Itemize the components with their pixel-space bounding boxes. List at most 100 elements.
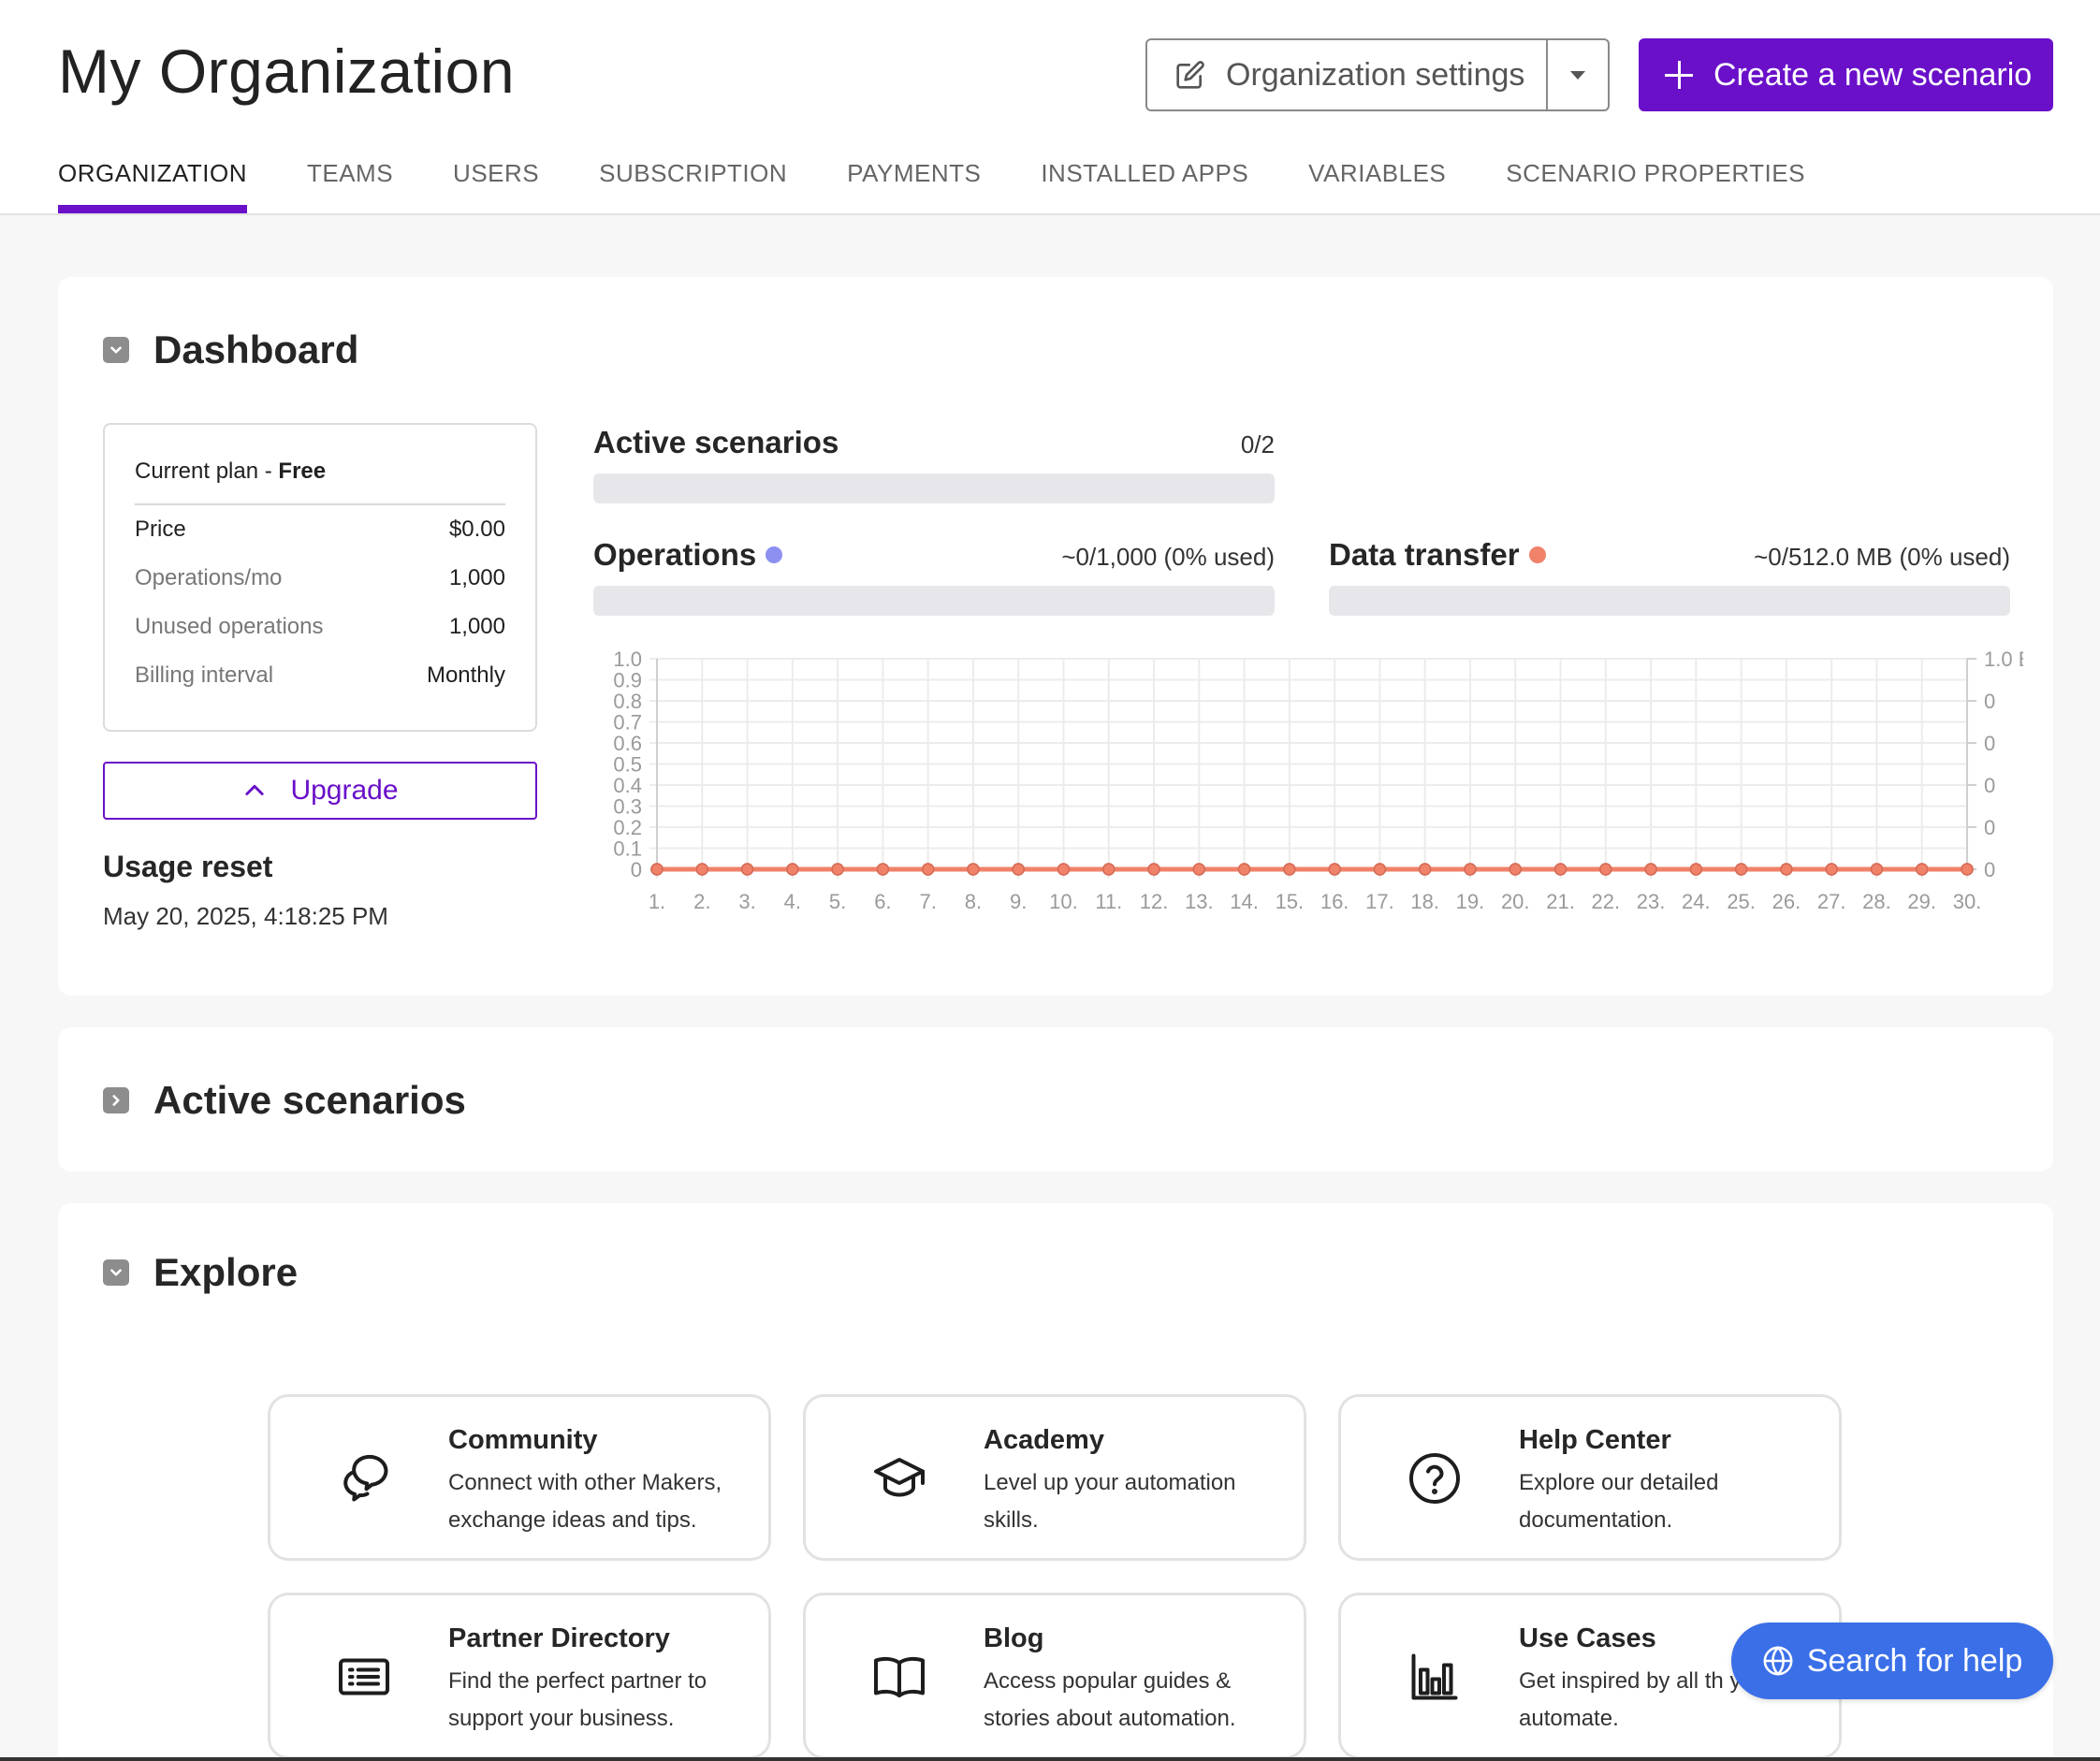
tile-description: Explore our detailed documentation. [1519,1470,1719,1533]
tab-organization[interactable]: ORGANIZATION [58,159,247,213]
globe-icon [1763,1646,1793,1676]
tab-scenario-properties[interactable]: SCENARIO PROPERTIES [1506,159,1805,213]
current-plan-name: Free [278,458,327,484]
data-point [786,863,799,876]
tab-teams[interactable]: TEAMS [307,159,393,213]
explore-tile-blog[interactable]: Blog Access popular guides & stories abo… [803,1593,1306,1759]
dashboard-header[interactable]: Dashboard [103,327,358,372]
explore-tile-partner-directory[interactable]: Partner Directory Find the perfect partn… [268,1593,771,1759]
question-circle-icon [1409,1453,1460,1504]
edit-icon [1176,61,1204,89]
x-tick-label: 10. [1049,890,1078,913]
tab-subscription[interactable]: SUBSCRIPTION [599,159,787,213]
plan-row-value: 1,000 [448,565,505,590]
dashboard-card: Dashboard Current plan - Free Price $0.0… [58,277,2053,996]
data-point [1689,863,1703,876]
organization-settings-button[interactable]: Organization settings [1147,40,1546,109]
tile-description: Access popular guides & stories about au… [984,1668,1236,1731]
plus-icon [1665,61,1693,89]
data-point [1057,863,1071,876]
collapse-toggle-icon[interactable] [103,337,129,363]
plan-row-value: $0.00 [448,517,505,542]
tile-title: Community [448,1425,598,1455]
create-scenario-button[interactable]: Create a new scenario [1639,38,2053,111]
y-tick-label-left: 0.7 [613,711,642,735]
data-point [1961,863,1974,876]
explore-tile-community[interactable]: Community Connect with other Makers, exc… [268,1394,771,1561]
tab-variables[interactable]: VARIABLES [1308,159,1446,213]
operations-meter-label: Operations [593,537,783,573]
y-tick-label-left: 0.8 [613,690,642,713]
data-point [1237,863,1251,876]
operations-legend-dot [766,546,783,563]
data-point [1780,863,1793,876]
usage-chart: 1.00.90.80.70.60.50.40.30.20.101.0 B0000… [613,651,2023,913]
upgrade-label: Upgrade [290,775,399,806]
data-transfer-value: ~0/512.0 MB (0% used) [1754,543,2010,571]
list-icon [339,1658,389,1696]
x-tick-label: 7. [919,890,936,913]
y-tick-label-right: 0 [1984,732,1995,755]
data-point [921,863,935,876]
x-tick-label: 29. [1907,890,1936,913]
tab-payments[interactable]: PAYMENTS [847,159,981,213]
data-transfer-bar [1329,586,2010,616]
explore-tile-academy[interactable]: Academy Level up your automation skills. [803,1394,1306,1561]
active-scenarios-value: 0/2 [1240,430,1275,458]
y-tick-label-right: 0 [1984,816,1995,839]
tab-users[interactable]: USERS [453,159,539,213]
data-point [1915,863,1929,876]
chevron-up-icon [245,784,265,795]
y-tick-label-left: 0.9 [613,669,642,692]
explore-title: Explore [153,1250,299,1294]
window-bottom-edge [0,1757,2100,1761]
tab-installed-apps[interactable]: INSTALLED APPS [1041,159,1248,213]
data-transfer-label: Data transfer [1329,537,1520,572]
x-tick-label: 2. [693,890,710,913]
chat-bubbles-icon [343,1454,388,1502]
x-tick-label: 11. [1095,890,1122,913]
explore-tile-help-center[interactable]: Help Center Explore our detailed documen… [1338,1394,1842,1561]
usage-reset-date: May 20, 2025, 4:18:25 PM [103,902,388,930]
plan-row-price: Price $0.00 [135,505,505,554]
plan-row-operations: Operations/mo 1,000 [135,554,505,603]
data-point [1283,863,1296,876]
organization-settings-dropdown[interactable] [1546,40,1608,109]
x-tick-label: 20. [1501,890,1530,913]
x-tick-label: 22. [1591,890,1620,913]
plan-row-unused-operations: Unused operations 1,000 [135,603,505,651]
active-scenarios-header[interactable]: Active scenarios [103,1078,466,1123]
y-tick-label-right: 0 [1984,858,1995,881]
data-point [1373,863,1387,876]
active-scenarios-title: Active scenarios [153,1078,466,1122]
expand-toggle-icon[interactable] [103,1087,129,1113]
y-tick-label-left: 0.1 [613,837,642,861]
x-tick-label: 14. [1230,890,1259,913]
y-tick-label-left: 0.2 [613,816,642,839]
x-tick-label: 6. [874,890,891,913]
x-tick-label: 30. [1953,890,1982,913]
collapse-toggle-icon[interactable] [103,1259,129,1286]
active-scenarios-card: Active scenarios [58,1027,2053,1172]
x-tick-label: 21. [1546,890,1575,913]
y-tick-label-left: 0 [631,858,642,881]
x-tick-label: 28. [1862,890,1891,913]
x-tick-label: 23. [1637,890,1666,913]
data-transfer-meter-label: Data transfer [1329,537,1546,573]
x-tick-label: 1. [649,890,665,913]
search-for-help-button[interactable]: Search for help [1731,1623,2053,1699]
active-scenarios-label: Active scenarios [593,425,839,459]
open-book-icon [874,1656,925,1697]
operations-bar [593,586,1275,616]
y-tick-label-left: 0.5 [613,753,642,777]
operations-value: ~0/1,000 (0% used) [1061,543,1275,571]
upgrade-button[interactable]: Upgrade [103,762,537,820]
y-tick-label-left: 0.3 [613,795,642,819]
x-tick-label: 27. [1817,890,1846,913]
x-tick-label: 13. [1185,890,1214,913]
explore-header[interactable]: Explore [103,1250,298,1295]
data-point [740,863,754,876]
page-header: My Organization Organization settings Cr… [0,0,2100,215]
data-point [1734,863,1748,876]
x-tick-label: 3. [738,890,755,913]
